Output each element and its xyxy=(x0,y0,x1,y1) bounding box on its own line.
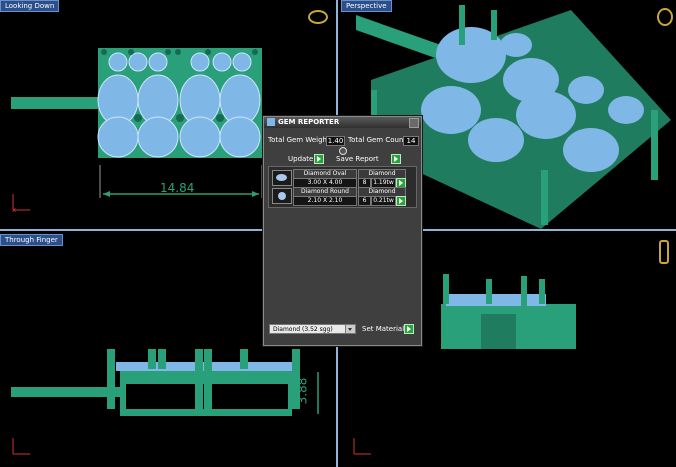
total-count-label: Total Gem Count xyxy=(348,136,407,144)
ring-icon[interactable] xyxy=(308,10,328,24)
gem-weight: 0.21tw xyxy=(371,196,396,206)
update-button[interactable] xyxy=(314,154,324,164)
gem-list[interactable]: Diamond Oval 3.00 X 4.00 Diamond 8 1.19t… xyxy=(268,166,417,208)
height-dimension: 3.88 xyxy=(295,377,310,405)
close-icon[interactable] xyxy=(409,118,419,128)
gem-select-button[interactable] xyxy=(396,196,406,206)
ring-icon[interactable] xyxy=(657,8,673,26)
gem-count: 6 xyxy=(358,196,371,206)
oval-diamond-icon xyxy=(276,174,287,181)
save-report-button[interactable] xyxy=(391,154,401,164)
save-report-label: Save Report xyxy=(336,155,379,163)
round-diamond-icon xyxy=(278,192,286,200)
axis-gizmo-icon xyxy=(12,438,30,455)
total-weight-label: Total Gem Weight xyxy=(268,136,330,144)
gem-reporter-icon xyxy=(267,118,275,126)
gem-oval-thumbnail[interactable] xyxy=(272,170,292,186)
panel-titlebar[interactable]: GEM REPORTER xyxy=(264,117,421,128)
ring-view-icon[interactable] xyxy=(659,240,669,264)
material-select-value: Diamond (3.52 sgg) xyxy=(273,326,333,333)
gem-round-thumbnail[interactable] xyxy=(272,188,292,204)
material-select[interactable]: Diamond (3.52 sgg) xyxy=(269,324,356,334)
update-label: Update xyxy=(288,155,314,163)
set-material-label: Set Material xyxy=(362,325,405,333)
chevron-down-icon[interactable] xyxy=(345,325,355,333)
total-count-value: 14 xyxy=(403,136,419,146)
gem-size: 2.10 X 2.10 xyxy=(293,196,357,206)
axis-gizmo-icon xyxy=(12,194,30,211)
set-material-button[interactable] xyxy=(404,324,414,334)
axis-gizmo-icon xyxy=(353,438,371,455)
panel-title: GEM REPORTER xyxy=(278,118,340,126)
width-dimension: 14.84 xyxy=(160,181,195,195)
total-weight-value: 1.40 xyxy=(326,136,345,146)
gem-reporter-panel[interactable]: GEM REPORTER Total Gem Weight 1.40 Total… xyxy=(263,116,422,346)
